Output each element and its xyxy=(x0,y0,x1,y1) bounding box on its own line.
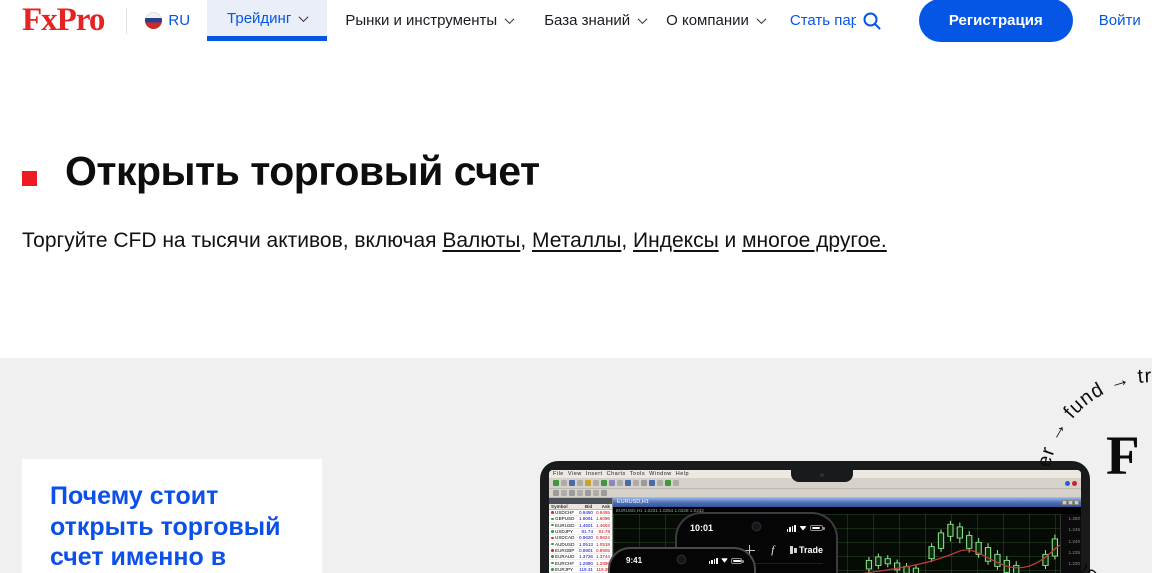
market-watch-rows: USDCHF 0.9450 0.9455 GBPUSD 1.6091 1.6096 EURU… xyxy=(549,510,612,573)
laptop-camera-notch xyxy=(791,469,853,482)
ohlc-readout: EURUSD,H1 1.0231 1.0254 1.0228 1.0242 xyxy=(613,507,1081,514)
nav-item-trading[interactable]: Трейдинг xyxy=(207,0,328,41)
card-title: Почему стоит открыть торговый счет именн… xyxy=(50,482,281,571)
promo-section: Почему стоит открыть торговый счет именн… xyxy=(0,358,1152,573)
trade-label: Trade xyxy=(798,545,823,555)
battery-icon xyxy=(810,524,825,532)
chevron-down-icon xyxy=(298,11,309,22)
nav-item-knowledge[interactable]: База знаний xyxy=(544,0,648,41)
language-switcher[interactable]: RU xyxy=(139,12,190,29)
fxpro-watermark-letter: F xyxy=(1106,425,1140,486)
phone-clock: 10:01 xyxy=(690,523,714,533)
window-buttons xyxy=(1062,498,1079,507)
top-navigation: FxPro RU Трейдинг Рынки и инструменты Ба… xyxy=(0,0,1152,42)
fxpro-logo[interactable]: FxPro xyxy=(22,0,105,41)
indicator-icon: f xyxy=(771,544,775,556)
login-link[interactable]: Войти xyxy=(1099,12,1141,29)
register-button[interactable]: Регистрация xyxy=(918,0,1073,42)
phone-clock: 9:41 xyxy=(626,556,643,565)
chevron-down-icon xyxy=(637,14,648,25)
nav-item-company[interactable]: О компании xyxy=(666,0,767,41)
link-indices[interactable]: Индексы xyxy=(633,229,719,252)
link-metals[interactable]: Металлы xyxy=(532,229,621,252)
phone-mockup-front: 9:41 xyxy=(608,547,756,573)
page-title-block: Открыть торговый счет xyxy=(22,148,540,195)
chevron-down-icon xyxy=(756,14,767,25)
status-icons xyxy=(786,524,825,532)
page-subtitle: Торгуйте CFD на тысячи активов, включая … xyxy=(22,229,887,252)
chart-titlebar: EURUSD,H1 xyxy=(613,498,1081,507)
price-scale: 1.2501.2451.2401.2351.2301.225 xyxy=(1060,514,1081,573)
red-square-bullet xyxy=(22,171,37,186)
signal-icon xyxy=(708,557,718,564)
why-fxpro-card: Почему стоит открыть торговый счет именн… xyxy=(22,459,322,573)
search-icon xyxy=(863,12,881,29)
language-label: RU xyxy=(168,12,191,29)
link-currencies[interactable]: Валюты xyxy=(442,229,520,252)
camera-hole-icon xyxy=(752,523,760,530)
mt4-toolbar-right-icons xyxy=(1065,480,1077,486)
battery-icon xyxy=(731,557,744,564)
camera-hole-icon xyxy=(678,556,685,563)
nav-item-markets[interactable]: Рынки и инструменты xyxy=(345,0,515,41)
market-watch-panel: Symbol Bid Ask USDCHF 0.9450 0.9455 GBPUSD 1.6… xyxy=(549,498,613,573)
page-title: Открыть торговый счет xyxy=(65,148,540,194)
mt4-toolbar-2 xyxy=(549,489,1081,498)
status-icons xyxy=(708,557,744,564)
partner-link[interactable]: Стать пар xyxy=(790,12,856,29)
russia-flag-icon xyxy=(145,12,163,29)
objects-icon xyxy=(790,546,797,554)
wifi-icon xyxy=(799,525,807,531)
link-much-more[interactable]: многое другое. xyxy=(742,229,887,252)
search-button[interactable] xyxy=(861,10,883,32)
signal-icon xyxy=(786,524,796,532)
wifi-icon xyxy=(721,558,728,563)
page: FxPro RU Трейдинг Рынки и инструменты Ба… xyxy=(0,0,1152,573)
nav-divider xyxy=(126,7,128,34)
chevron-down-icon xyxy=(504,14,515,25)
